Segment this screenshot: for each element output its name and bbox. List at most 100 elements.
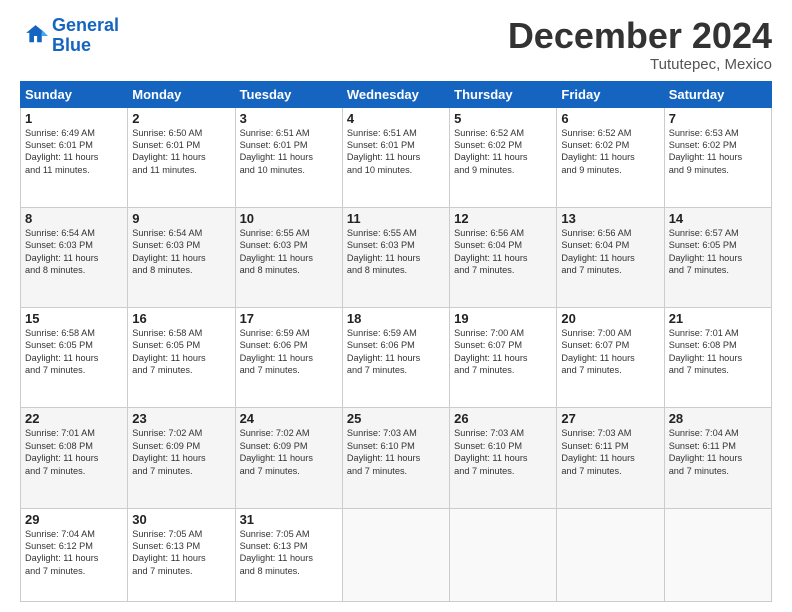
table-row: 15Sunrise: 6:58 AM Sunset: 6:05 PM Dayli… xyxy=(21,308,128,408)
day-info: Sunrise: 6:58 AM Sunset: 6:05 PM Dayligh… xyxy=(132,327,230,377)
day-info: Sunrise: 6:55 AM Sunset: 6:03 PM Dayligh… xyxy=(240,227,338,277)
day-info: Sunrise: 6:56 AM Sunset: 6:04 PM Dayligh… xyxy=(561,227,659,277)
table-row: 25Sunrise: 7:03 AM Sunset: 6:10 PM Dayli… xyxy=(342,408,449,508)
day-info: Sunrise: 6:56 AM Sunset: 6:04 PM Dayligh… xyxy=(454,227,552,277)
table-row: 20Sunrise: 7:00 AM Sunset: 6:07 PM Dayli… xyxy=(557,308,664,408)
page: General Blue December 2024 Tututepec, Me… xyxy=(0,0,792,612)
day-number: 18 xyxy=(347,311,445,326)
table-row: 23Sunrise: 7:02 AM Sunset: 6:09 PM Dayli… xyxy=(128,408,235,508)
table-row xyxy=(450,508,557,601)
day-info: Sunrise: 7:01 AM Sunset: 6:08 PM Dayligh… xyxy=(25,427,123,477)
day-number: 17 xyxy=(240,311,338,326)
day-number: 24 xyxy=(240,411,338,426)
day-number: 13 xyxy=(561,211,659,226)
day-number: 6 xyxy=(561,111,659,126)
day-number: 28 xyxy=(669,411,767,426)
day-info: Sunrise: 7:03 AM Sunset: 6:10 PM Dayligh… xyxy=(347,427,445,477)
table-row: 10Sunrise: 6:55 AM Sunset: 6:03 PM Dayli… xyxy=(235,207,342,307)
table-row: 18Sunrise: 6:59 AM Sunset: 6:06 PM Dayli… xyxy=(342,308,449,408)
table-row: 24Sunrise: 7:02 AM Sunset: 6:09 PM Dayli… xyxy=(235,408,342,508)
day-number: 22 xyxy=(25,411,123,426)
calendar-table: Sunday Monday Tuesday Wednesday Thursday… xyxy=(20,81,772,602)
day-info: Sunrise: 6:55 AM Sunset: 6:03 PM Dayligh… xyxy=(347,227,445,277)
table-row: 22Sunrise: 7:01 AM Sunset: 6:08 PM Dayli… xyxy=(21,408,128,508)
table-row: 17Sunrise: 6:59 AM Sunset: 6:06 PM Dayli… xyxy=(235,308,342,408)
table-row: 31Sunrise: 7:05 AM Sunset: 6:13 PM Dayli… xyxy=(235,508,342,601)
day-info: Sunrise: 7:05 AM Sunset: 6:13 PM Dayligh… xyxy=(240,528,338,578)
day-number: 5 xyxy=(454,111,552,126)
day-info: Sunrise: 6:58 AM Sunset: 6:05 PM Dayligh… xyxy=(25,327,123,377)
day-number: 9 xyxy=(132,211,230,226)
day-info: Sunrise: 7:04 AM Sunset: 6:12 PM Dayligh… xyxy=(25,528,123,578)
day-number: 26 xyxy=(454,411,552,426)
table-row: 7Sunrise: 6:53 AM Sunset: 6:02 PM Daylig… xyxy=(664,107,771,207)
col-sunday: Sunday xyxy=(21,81,128,107)
table-row: 4Sunrise: 6:51 AM Sunset: 6:01 PM Daylig… xyxy=(342,107,449,207)
logo: General Blue xyxy=(20,16,119,56)
title-block: December 2024 Tututepec, Mexico xyxy=(508,16,772,73)
day-info: Sunrise: 6:50 AM Sunset: 6:01 PM Dayligh… xyxy=(132,127,230,177)
col-friday: Friday xyxy=(557,81,664,107)
day-number: 31 xyxy=(240,512,338,527)
day-number: 23 xyxy=(132,411,230,426)
logo-text: General Blue xyxy=(52,16,119,56)
table-row: 14Sunrise: 6:57 AM Sunset: 6:05 PM Dayli… xyxy=(664,207,771,307)
day-info: Sunrise: 6:59 AM Sunset: 6:06 PM Dayligh… xyxy=(240,327,338,377)
day-number: 25 xyxy=(347,411,445,426)
day-info: Sunrise: 7:02 AM Sunset: 6:09 PM Dayligh… xyxy=(240,427,338,477)
logo-blue: Blue xyxy=(52,35,91,55)
day-number: 3 xyxy=(240,111,338,126)
table-row: 2Sunrise: 6:50 AM Sunset: 6:01 PM Daylig… xyxy=(128,107,235,207)
day-number: 27 xyxy=(561,411,659,426)
table-row: 11Sunrise: 6:55 AM Sunset: 6:03 PM Dayli… xyxy=(342,207,449,307)
table-row: 1Sunrise: 6:49 AM Sunset: 6:01 PM Daylig… xyxy=(21,107,128,207)
day-number: 4 xyxy=(347,111,445,126)
table-row: 9Sunrise: 6:54 AM Sunset: 6:03 PM Daylig… xyxy=(128,207,235,307)
day-info: Sunrise: 7:01 AM Sunset: 6:08 PM Dayligh… xyxy=(669,327,767,377)
day-info: Sunrise: 7:00 AM Sunset: 6:07 PM Dayligh… xyxy=(561,327,659,377)
day-info: Sunrise: 6:54 AM Sunset: 6:03 PM Dayligh… xyxy=(25,227,123,277)
day-info: Sunrise: 7:05 AM Sunset: 6:13 PM Dayligh… xyxy=(132,528,230,578)
day-number: 29 xyxy=(25,512,123,527)
table-row xyxy=(664,508,771,601)
calendar-header-row: Sunday Monday Tuesday Wednesday Thursday… xyxy=(21,81,772,107)
day-number: 21 xyxy=(669,311,767,326)
day-number: 8 xyxy=(25,211,123,226)
table-row xyxy=(342,508,449,601)
col-thursday: Thursday xyxy=(450,81,557,107)
col-tuesday: Tuesday xyxy=(235,81,342,107)
day-info: Sunrise: 7:03 AM Sunset: 6:11 PM Dayligh… xyxy=(561,427,659,477)
day-info: Sunrise: 7:04 AM Sunset: 6:11 PM Dayligh… xyxy=(669,427,767,477)
day-number: 12 xyxy=(454,211,552,226)
table-row: 12Sunrise: 6:56 AM Sunset: 6:04 PM Dayli… xyxy=(450,207,557,307)
day-info: Sunrise: 7:02 AM Sunset: 6:09 PM Dayligh… xyxy=(132,427,230,477)
col-saturday: Saturday xyxy=(664,81,771,107)
table-row: 16Sunrise: 6:58 AM Sunset: 6:05 PM Dayli… xyxy=(128,308,235,408)
col-wednesday: Wednesday xyxy=(342,81,449,107)
table-row: 8Sunrise: 6:54 AM Sunset: 6:03 PM Daylig… xyxy=(21,207,128,307)
table-row: 3Sunrise: 6:51 AM Sunset: 6:01 PM Daylig… xyxy=(235,107,342,207)
day-info: Sunrise: 6:51 AM Sunset: 6:01 PM Dayligh… xyxy=(347,127,445,177)
logo-general: General xyxy=(52,15,119,35)
day-info: Sunrise: 6:54 AM Sunset: 6:03 PM Dayligh… xyxy=(132,227,230,277)
day-info: Sunrise: 6:57 AM Sunset: 6:05 PM Dayligh… xyxy=(669,227,767,277)
table-row xyxy=(557,508,664,601)
day-number: 30 xyxy=(132,512,230,527)
day-number: 10 xyxy=(240,211,338,226)
day-number: 11 xyxy=(347,211,445,226)
day-info: Sunrise: 7:03 AM Sunset: 6:10 PM Dayligh… xyxy=(454,427,552,477)
day-info: Sunrise: 6:52 AM Sunset: 6:02 PM Dayligh… xyxy=(561,127,659,177)
table-row: 5Sunrise: 6:52 AM Sunset: 6:02 PM Daylig… xyxy=(450,107,557,207)
table-row: 19Sunrise: 7:00 AM Sunset: 6:07 PM Dayli… xyxy=(450,308,557,408)
day-number: 20 xyxy=(561,311,659,326)
day-number: 2 xyxy=(132,111,230,126)
col-monday: Monday xyxy=(128,81,235,107)
month-title: December 2024 xyxy=(508,16,772,56)
table-row: 30Sunrise: 7:05 AM Sunset: 6:13 PM Dayli… xyxy=(128,508,235,601)
day-number: 14 xyxy=(669,211,767,226)
table-row: 27Sunrise: 7:03 AM Sunset: 6:11 PM Dayli… xyxy=(557,408,664,508)
day-info: Sunrise: 6:59 AM Sunset: 6:06 PM Dayligh… xyxy=(347,327,445,377)
day-number: 7 xyxy=(669,111,767,126)
day-number: 19 xyxy=(454,311,552,326)
day-info: Sunrise: 6:49 AM Sunset: 6:01 PM Dayligh… xyxy=(25,127,123,177)
